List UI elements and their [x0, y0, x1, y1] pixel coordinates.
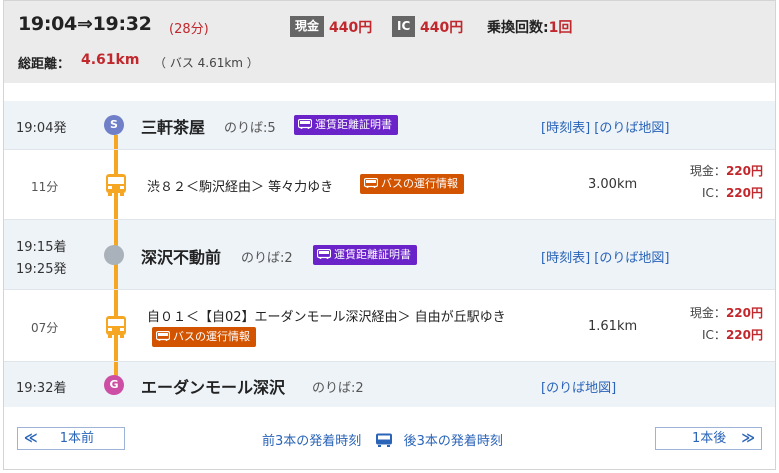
route-line	[114, 135, 118, 149]
ic-fare: 440円	[420, 20, 464, 36]
time-range: 19:04⇒19:32	[18, 13, 152, 35]
bus-icon	[156, 331, 170, 341]
cash-fare: 440円	[329, 20, 373, 36]
route-summary: 19:04⇒19:32 (28分) 現金 440円 IC 440円 乗換回数:1…	[4, 1, 775, 83]
route-line	[114, 362, 118, 376]
badge-label: バスの運行情報	[173, 330, 250, 343]
ride-minutes: 11分	[31, 180, 59, 194]
platform-map-link[interactable]: [のりば地図]	[541, 377, 616, 396]
ride-minutes: 07分	[31, 321, 59, 335]
total-distance-label: 総距離：	[18, 57, 71, 72]
bus-icon	[106, 316, 126, 338]
stop-row-transfer: 19:15着 19:25発 深沢不動前 のりば:2 運賃距離証明書 [時刻表] …	[4, 219, 775, 290]
prev-departure-button[interactable]: ≪ 1本前	[17, 427, 125, 450]
ride-distance: 1.61km	[588, 319, 638, 334]
nearby-departures-links: 前3本の発着時刻 後3本の発着時刻	[262, 430, 503, 449]
ride-fares: 現金：220円 IC：220円	[689, 164, 763, 200]
ride-fares: 現金：220円 IC：220円	[689, 306, 763, 342]
timetable-map-links[interactable]: [時刻表] [のりば地図]	[541, 247, 669, 266]
ride-row-1: 11分 渋８２＜駒沢経由＞ 等々力ゆき バスの運行情報 3.00km 現金：22…	[4, 149, 775, 220]
prev-label: 1本前	[59, 431, 95, 446]
timetable-map-links[interactable]: [時刻表] [のりば地図]	[541, 117, 669, 136]
bus-route: 渋８２＜駒沢経由＞ 等々力ゆき	[147, 180, 334, 195]
fare-certificate-button[interactable]: 運賃距離証明書	[313, 245, 417, 265]
badge-label: バスの運行情報	[381, 177, 458, 190]
bus-info-button[interactable]: バスの運行情報	[360, 174, 464, 194]
badge-label: 運賃距離証明書	[334, 248, 411, 261]
next-label: 1本後	[692, 431, 727, 446]
platform: のりば:2	[312, 381, 364, 396]
prev3-link[interactable]: 前3本の発着時刻	[262, 434, 361, 449]
badge-label: 運賃距離証明書	[315, 118, 392, 131]
start-node-icon: S	[104, 115, 124, 135]
bus-icon	[106, 174, 126, 196]
bus-icon	[376, 433, 393, 447]
double-right-arrow-icon: ≫	[741, 431, 755, 446]
transfer-count: 乗換回数:1回	[487, 20, 573, 36]
arrival-time: 19:15着	[16, 240, 67, 255]
arrival-time: 19:32着	[16, 381, 67, 396]
platform: のりば:2	[241, 251, 293, 266]
route-result-panel: 19:04⇒19:32 (28分) 現金 440円 IC 440円 乗換回数:1…	[3, 0, 776, 470]
stop-name[interactable]: 深沢不動前	[141, 244, 221, 268]
double-left-arrow-icon: ≪	[24, 431, 38, 446]
ic-fare-tag: IC	[392, 16, 416, 37]
bus-route: 自０１＜【自02】エーダンモール深沢経由＞ 自由が丘駅ゆき	[147, 310, 506, 325]
next3-link[interactable]: 後3本の発着時刻	[404, 434, 503, 449]
bus-info-button[interactable]: バスの運行情報	[152, 327, 256, 347]
bus-icon	[364, 178, 378, 188]
fare-certificate-button[interactable]: 運賃距離証明書	[294, 115, 398, 135]
next-departure-button[interactable]: 1本後 ≫	[655, 427, 762, 450]
transfer-node-icon	[104, 245, 124, 265]
goal-node-icon: G	[104, 375, 124, 395]
platform: のりば:5	[224, 121, 276, 136]
stop-name[interactable]: 三軒茶屋	[141, 114, 205, 138]
ride-distance: 3.00km	[588, 177, 638, 192]
total-distance: 4.61km	[81, 52, 140, 68]
stop-name[interactable]: エーダンモール深沢	[141, 374, 285, 398]
ride-row-2: 07分 自０１＜【自02】エーダンモール深沢経由＞ 自由が丘駅ゆき バスの運行情…	[4, 289, 775, 362]
bus-icon	[317, 249, 331, 259]
departure-time: 19:25発	[16, 262, 67, 277]
bus-distance: （ バス 4.61km ）	[154, 56, 259, 70]
departure-time: 19:04発	[16, 121, 67, 136]
cash-fare-tag: 現金	[290, 16, 325, 37]
stop-row-start: 19:04発 S 三軒茶屋 のりば:5 運賃距離証明書 [時刻表] [のりば地図…	[4, 101, 775, 149]
bus-icon	[298, 119, 312, 129]
duration: (28分)	[169, 22, 209, 37]
stop-row-goal: 19:32着 G エーダンモール深沢 のりば:2 [のりば地図]	[4, 361, 775, 407]
